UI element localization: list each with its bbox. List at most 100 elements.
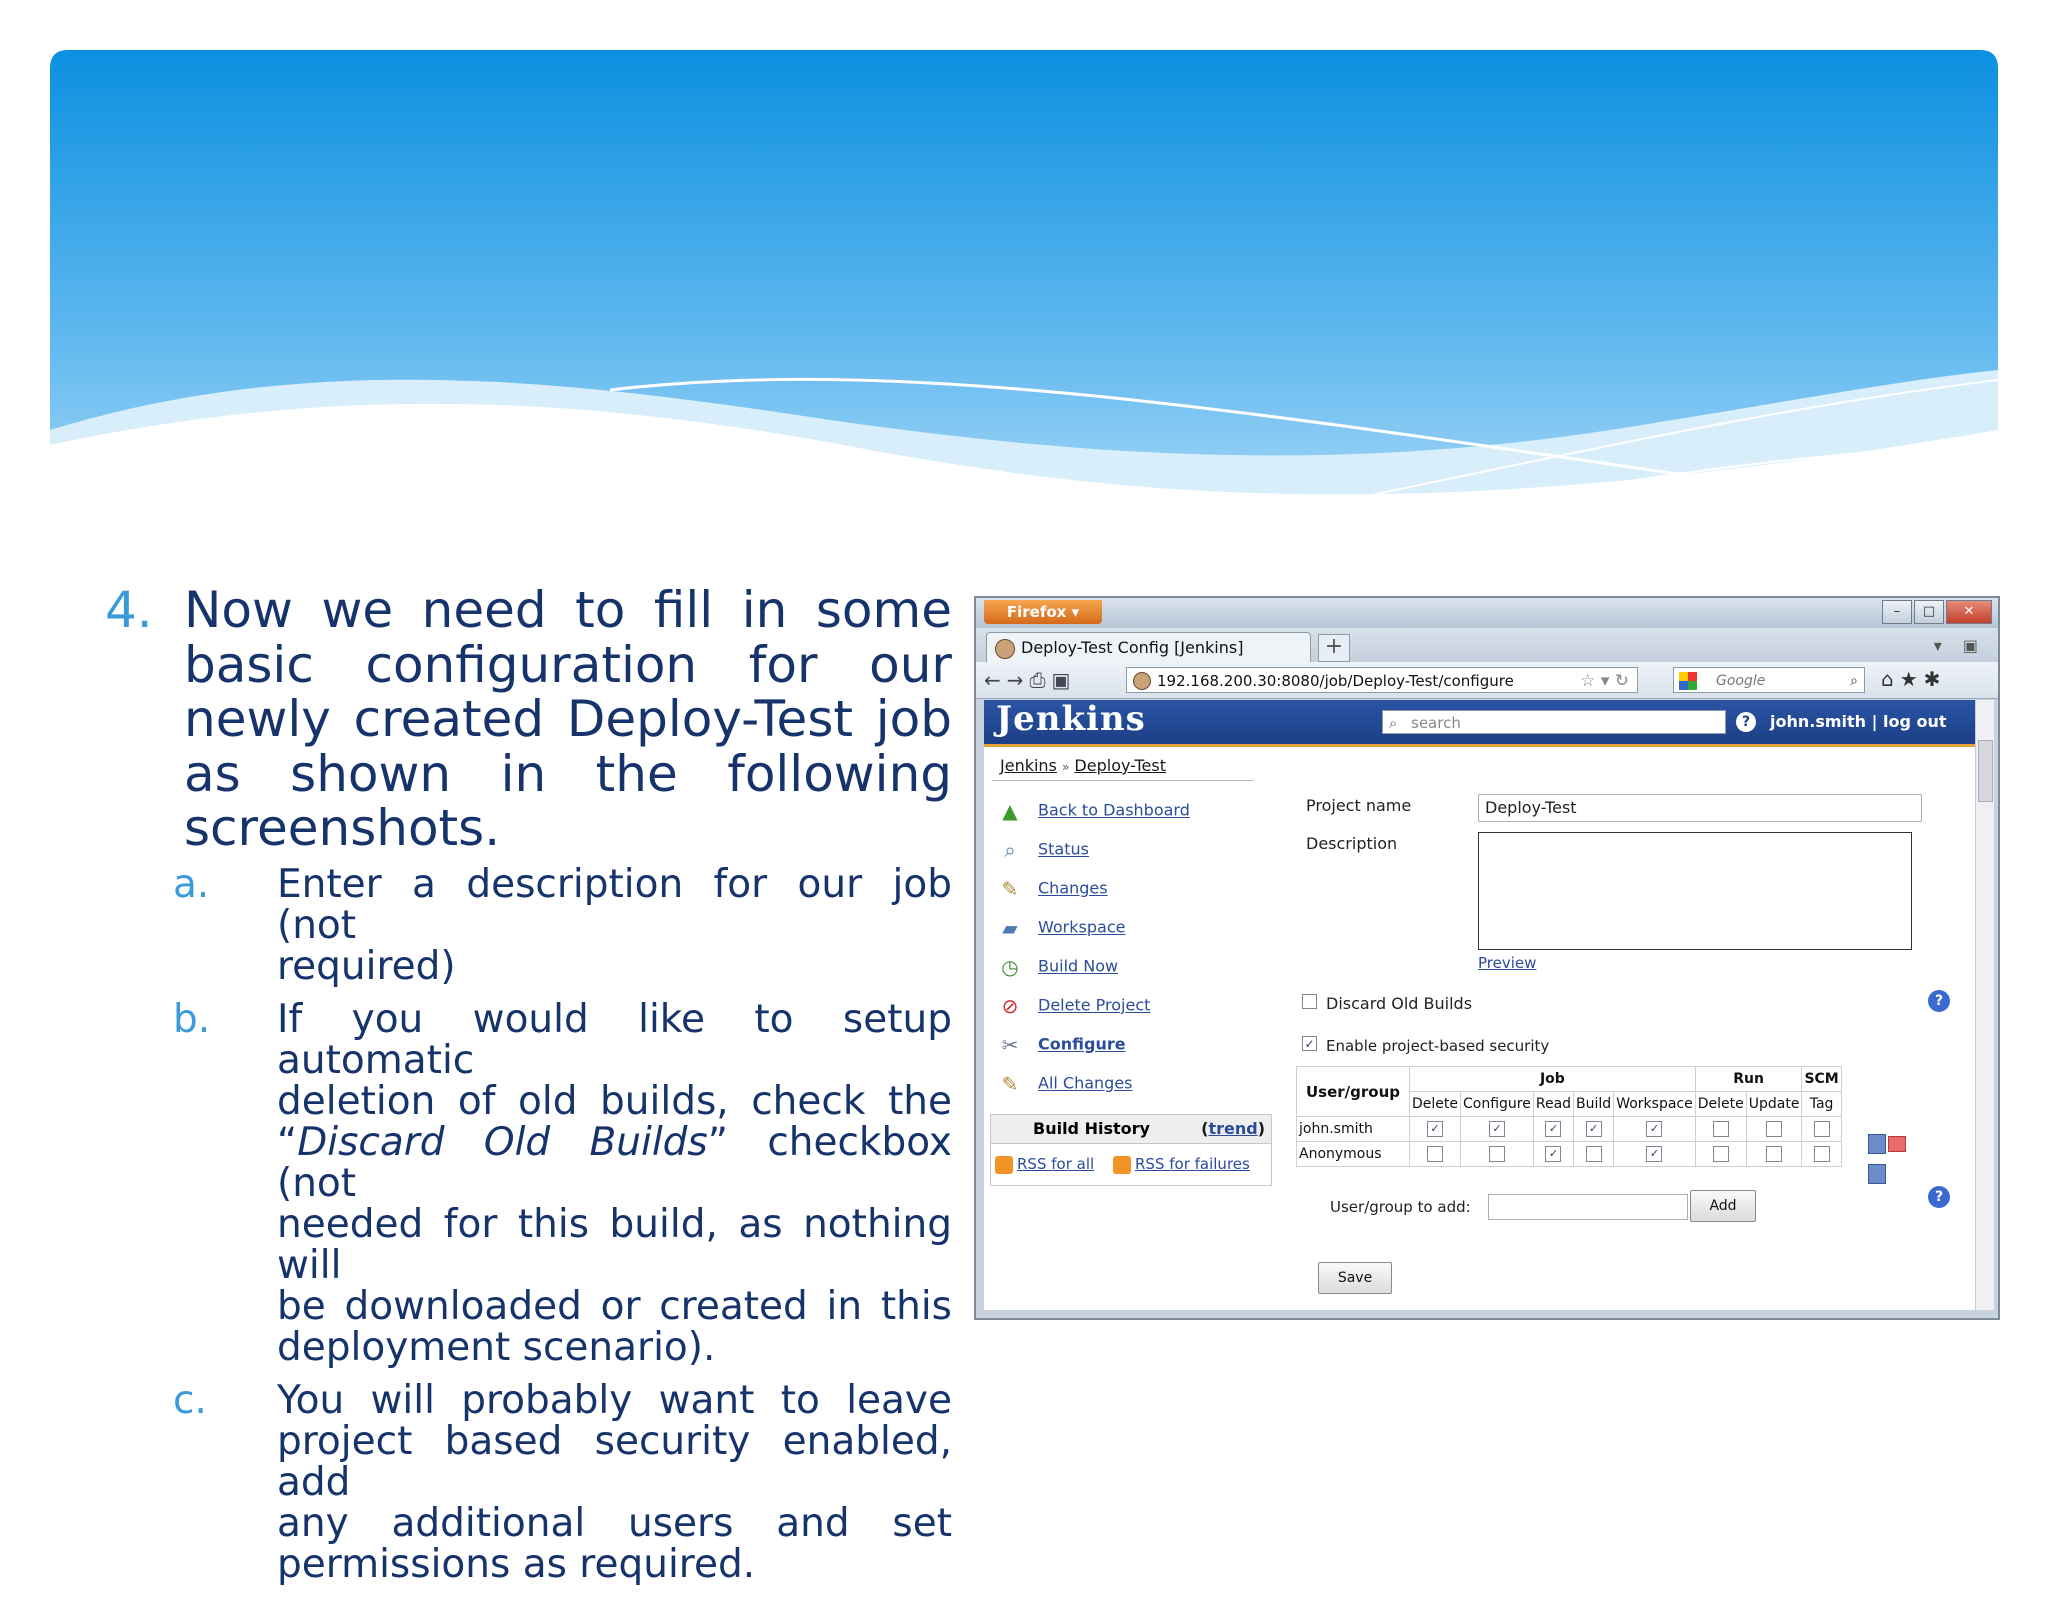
project-security-checkbox[interactable]: ✓: [1302, 1036, 1317, 1051]
save-button[interactable]: Save: [1318, 1262, 1392, 1294]
description-textarea[interactable]: [1478, 832, 1912, 950]
permission-cell: [1801, 1116, 1842, 1142]
permission-checkbox[interactable]: [1712, 1121, 1729, 1137]
permission-checkbox[interactable]: ✓: [1646, 1146, 1663, 1162]
permission-checkbox[interactable]: [1712, 1146, 1729, 1162]
task-all-changes[interactable]: ✎ All Changes: [996, 1071, 1133, 1097]
main-item-line: as shown in the following: [184, 744, 952, 803]
task-delete-project[interactable]: ⊘ Delete Project: [996, 993, 1151, 1019]
forward-arrow-icon[interactable]: →: [1007, 668, 1030, 692]
permission-checkbox[interactable]: [1813, 1121, 1830, 1137]
breadcrumb-jenkins[interactable]: Jenkins: [1000, 756, 1057, 775]
sub-item-line: project based security enabled, add: [277, 1418, 952, 1505]
permission-checkbox[interactable]: ✓: [1427, 1121, 1443, 1137]
column-header: Update: [1745, 1091, 1803, 1117]
task-configure[interactable]: ✂ Configure: [996, 1032, 1126, 1058]
print-icon[interactable]: ⎙: [1030, 668, 1052, 692]
rss-all-link[interactable]: RSS for all: [995, 1155, 1094, 1174]
window-titlebar: Firefox ▾ – □ ✕: [976, 598, 1998, 628]
new-tab-button[interactable]: +: [1318, 634, 1350, 662]
task-back-to-dashboard[interactable]: ▲ Back to Dashboard: [996, 798, 1190, 824]
user-group-header: User/group: [1296, 1066, 1410, 1117]
web-search-box[interactable]: Google ⌕: [1673, 667, 1865, 693]
permission-checkbox[interactable]: ✓: [1545, 1121, 1562, 1137]
task-label: Build Now: [1038, 956, 1119, 976]
save-page-icon[interactable]: ▣: [1052, 668, 1077, 692]
home-icon[interactable]: ⌂: [1881, 667, 1900, 691]
bookmarks-icon[interactable]: ★: [1900, 667, 1924, 691]
nav-buttons: ←→⎙▣: [984, 668, 1076, 692]
help-icon[interactable]: ?: [1928, 1186, 1950, 1208]
main-list-item: 4. Now we need to fill in some basic con…: [105, 583, 952, 856]
search-icon: ⌕: [1389, 714, 1398, 732]
main-item-line: basic configuration for our: [184, 635, 952, 694]
task-label: Delete Project: [1038, 995, 1151, 1015]
trend-link[interactable]: trend: [1208, 1119, 1257, 1138]
jenkins-search-input[interactable]: ⌕ search: [1382, 710, 1726, 734]
tab-list-icon[interactable]: ▾ ▣: [1934, 636, 1986, 655]
sub-item-letter: a.: [173, 861, 210, 907]
tab-deploy-test-config[interactable]: Deploy-Test Config [Jenkins]: [986, 632, 1311, 662]
task-label: Workspace: [1038, 917, 1126, 937]
group-header: Run: [1694, 1066, 1803, 1092]
search-icon[interactable]: ⌕: [1850, 668, 1858, 694]
slide-body-text: 4. Now we need to fill in some basic con…: [105, 583, 952, 1597]
permission-checkbox[interactable]: [1427, 1146, 1443, 1162]
main-item-line: screenshots.: [184, 799, 501, 857]
scrollbar-thumb[interactable]: [1978, 740, 1993, 802]
help-icon[interactable]: ?: [1736, 712, 1756, 732]
permission-row: Anonymous ✓ ✓: [1296, 1141, 1842, 1167]
permission-checkbox[interactable]: [1813, 1146, 1830, 1162]
permission-checkbox[interactable]: ✓: [1545, 1146, 1562, 1162]
sub-item-line: deployment scenario).: [277, 1324, 716, 1370]
discard-old-builds-checkbox[interactable]: [1302, 994, 1317, 1009]
maximize-button[interactable]: □: [1914, 600, 1944, 624]
permission-cell: ✓: [1460, 1116, 1534, 1142]
permission-cell: [1573, 1141, 1615, 1167]
build-history-panel: Build History (trend) RSS for all RSS fo…: [990, 1114, 1272, 1186]
toggle-all-icon[interactable]: [1868, 1134, 1886, 1154]
permission-cell: [1694, 1141, 1747, 1167]
back-arrow-icon[interactable]: ←: [984, 668, 1007, 692]
permission-checkbox[interactable]: [1766, 1146, 1783, 1162]
discard-old-builds-label: Discard Old Builds: [1326, 994, 1473, 1013]
permission-checkbox[interactable]: [1585, 1146, 1602, 1162]
task-changes[interactable]: ✎ Changes: [996, 876, 1108, 902]
sub-item-line: any additional users and set: [277, 1500, 952, 1546]
sub-item-line: Enter a description for our job (not: [277, 861, 952, 948]
permission-checkbox[interactable]: ✓: [1646, 1121, 1663, 1137]
task-build-now[interactable]: ◷ Build Now: [996, 954, 1118, 980]
tab-title: Deploy-Test Config [Jenkins]: [1021, 638, 1244, 657]
close-button[interactable]: ✕: [1946, 600, 1992, 624]
remove-user-icon[interactable]: [1888, 1136, 1906, 1152]
breadcrumb-separator: »: [1061, 760, 1070, 774]
breadcrumb-job[interactable]: Deploy-Test: [1074, 756, 1166, 775]
divider: [992, 780, 1254, 781]
vertical-scrollbar[interactable]: [1975, 700, 1994, 1310]
minimize-button[interactable]: –: [1882, 600, 1912, 624]
magnifier-icon: ⌕: [1004, 838, 1016, 862]
permission-checkbox[interactable]: ✓: [1585, 1121, 1602, 1137]
firefox-menu-button[interactable]: Firefox ▾: [984, 600, 1102, 624]
permission-checkbox[interactable]: [1488, 1146, 1505, 1162]
task-label: Changes: [1038, 878, 1108, 898]
rss-failures-link[interactable]: RSS for failures: [1113, 1155, 1250, 1174]
folder-icon: ▰: [1002, 916, 1018, 940]
project-name-input[interactable]: Deploy-Test: [1478, 794, 1922, 822]
user-group-to-add-input[interactable]: [1488, 1194, 1688, 1220]
bookmark-star-icon[interactable]: ☆ ▾ ↻: [1580, 668, 1629, 694]
permission-checkbox[interactable]: ✓: [1488, 1121, 1505, 1137]
preview-link[interactable]: Preview: [1478, 954, 1536, 972]
wrench-icon: ✂: [1001, 1033, 1019, 1057]
task-status[interactable]: ⌕ Status: [996, 837, 1089, 863]
user-logout-link[interactable]: john.smith | log out: [1770, 712, 1947, 731]
permission-checkbox[interactable]: [1766, 1121, 1783, 1137]
sub-item-line: permissions as required.: [277, 1541, 756, 1587]
add-button[interactable]: Add: [1690, 1190, 1756, 1222]
help-icon[interactable]: ?: [1928, 990, 1950, 1012]
toggle-all-icon[interactable]: [1868, 1164, 1886, 1184]
task-workspace[interactable]: ▰ Workspace: [996, 915, 1125, 941]
addon-icon[interactable]: ✱: [1924, 667, 1947, 691]
jenkins-logo[interactable]: Jenkins: [996, 700, 1146, 739]
address-bar[interactable]: 192.168.200.30:8080/job/Deploy-Test/conf…: [1126, 667, 1638, 693]
